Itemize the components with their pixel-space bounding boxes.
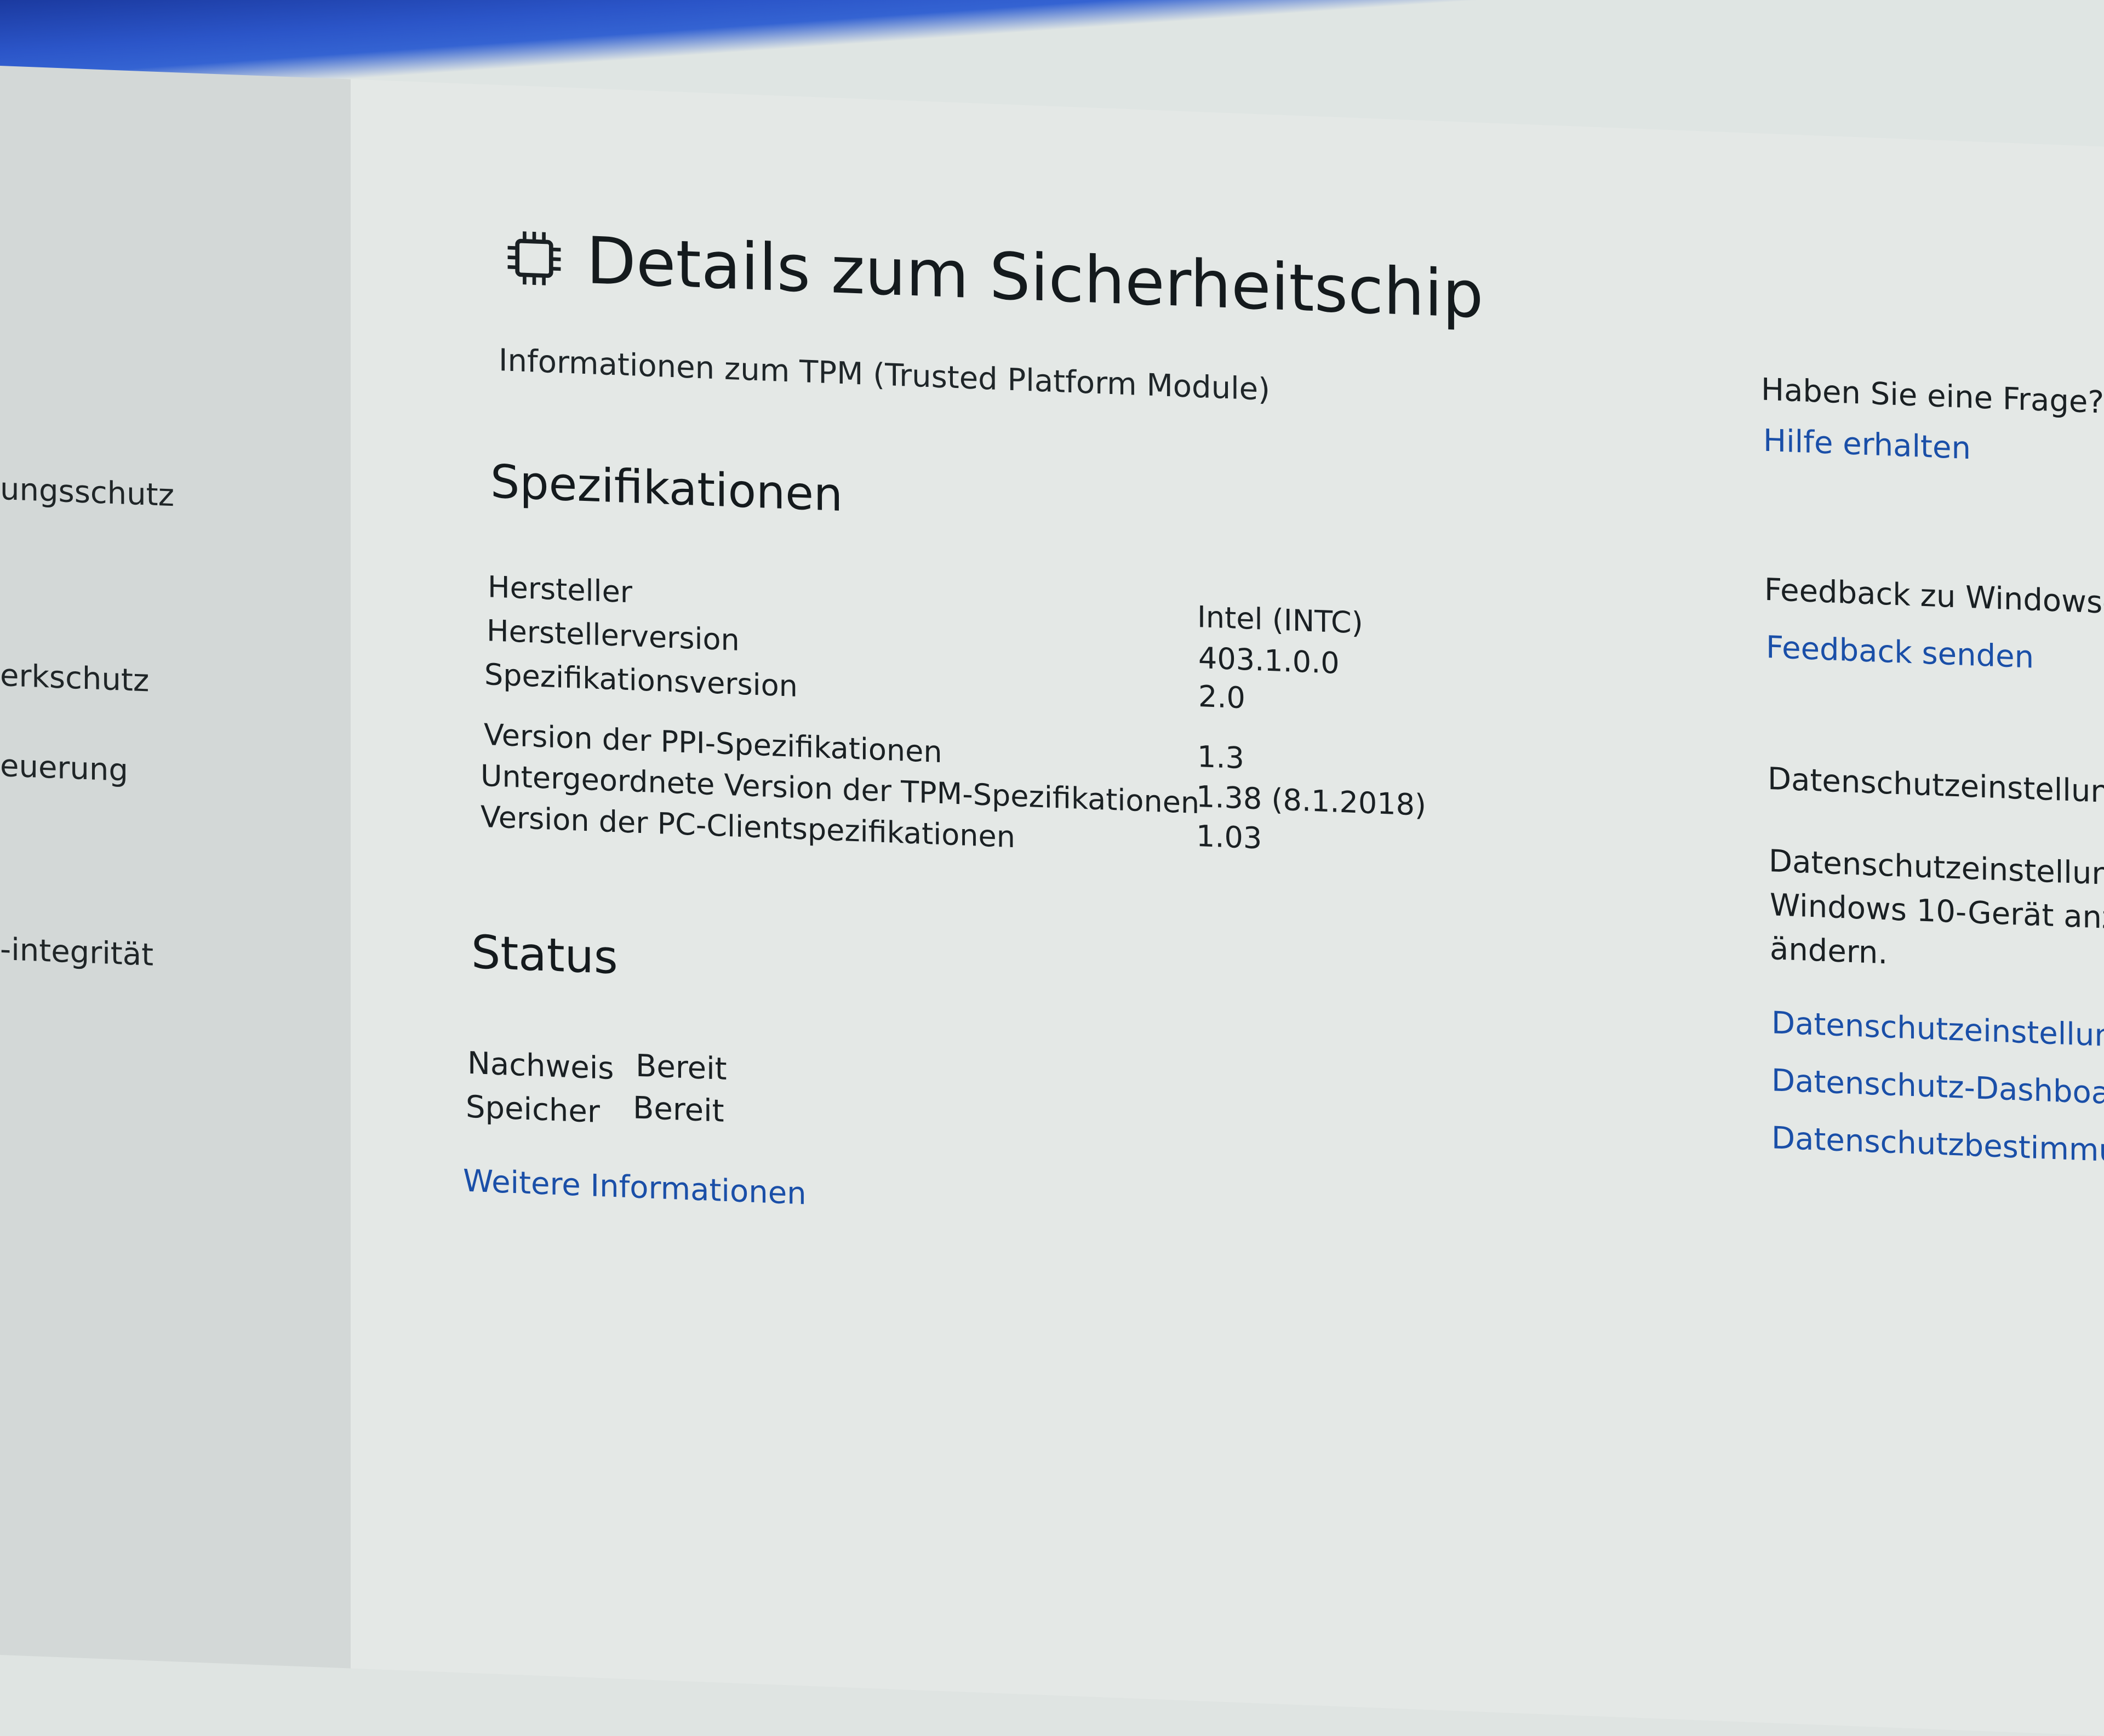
sidebar-privacy-title: Datenschutzeinstellung xyxy=(1768,761,2104,811)
spec-value-specification-version: 2.0 xyxy=(1198,679,1245,716)
sidebar-feedback-title: Feedback zu Windows-S xyxy=(1764,572,2104,622)
status-heading: Status xyxy=(471,925,618,985)
chip-icon xyxy=(507,231,561,285)
spec-label-manufacturer: Hersteller xyxy=(488,569,632,610)
status-value-attestation: Bereit xyxy=(636,1048,727,1087)
help-link[interactable]: Hilfe erhalten xyxy=(1763,423,1971,467)
nav-item-app-control[interactable]: euerung xyxy=(0,748,128,789)
status-label-attestation: Nachweis xyxy=(467,1045,614,1087)
sidebar: Haben Sie eine Frage? Hilfe erhalten Fee… xyxy=(1753,67,2104,1659)
spec-value-pc-client-version: 1.03 xyxy=(1196,818,1262,856)
privacy-dashboard-link[interactable]: Datenschutz-Dashboard xyxy=(1771,1063,2104,1112)
status-label-storage: Speicher xyxy=(466,1089,600,1130)
nav-item-device-performance-health[interactable]: -integrität xyxy=(0,932,153,973)
windows-security-window: ungsschutz erkschutz euerung -integrität xyxy=(0,0,2104,1736)
feedback-link[interactable]: Feedback senden xyxy=(1766,630,2034,676)
privacy-statement-link[interactable]: Datenschutzbestimmun xyxy=(1771,1120,2104,1170)
sidebar-question: Haben Sie eine Frage? xyxy=(1761,372,2104,421)
spec-value-manufacturer: Intel (INTC) xyxy=(1197,599,1363,641)
spec-value-manufacturer-version: 403.1.0.0 xyxy=(1198,641,1340,681)
nav-item-app-browser-protection[interactable]: ungsschutz xyxy=(0,471,174,513)
sidebar-privacy-desc-line-1: Datenschutzeinstellung xyxy=(1769,843,2104,893)
status-value-storage: Bereit xyxy=(633,1090,724,1129)
nav-item-firewall-network-protection[interactable]: erkschutz xyxy=(0,658,149,699)
sidebar-privacy-desc-line-2: Windows 10-Gerät anz xyxy=(1770,887,2104,936)
privacy-settings-link[interactable]: Datenschutzeinstellunge xyxy=(1771,1005,2104,1055)
spec-value-ppi-version: 1.3 xyxy=(1197,739,1244,776)
sidebar-privacy-desc-line-3: ändern. xyxy=(1770,931,1888,972)
navigation-pane: ungsschutz erkschutz euerung -integrität xyxy=(0,66,351,1669)
